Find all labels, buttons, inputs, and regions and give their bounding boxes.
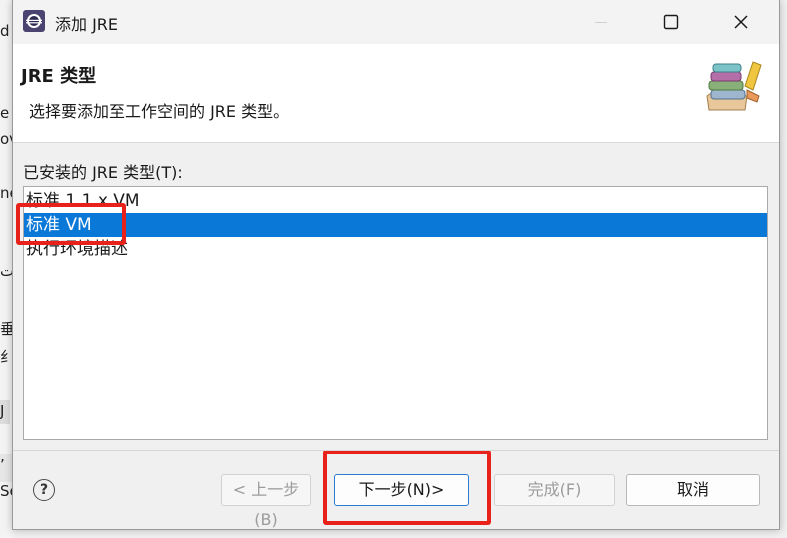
- list-item-selected[interactable]: 标准 VM: [24, 213, 767, 237]
- jre-type-list[interactable]: 标准 1.1.x VM 标准 VM 执行环境描述: [23, 186, 768, 440]
- background-text: J: [0, 402, 5, 420]
- back-button[interactable]: < 上一步(B): [221, 474, 311, 529]
- eclipse-icon: [23, 10, 45, 32]
- next-button[interactable]: 下一步(N)>: [334, 474, 469, 506]
- annotation-highlight: [16, 203, 126, 245]
- cancel-button[interactable]: 取消: [626, 474, 760, 506]
- background-text: e: [0, 104, 10, 122]
- title-bar[interactable]: 添加 JRE: [13, 0, 779, 44]
- page-title: JRE 类型: [21, 66, 97, 87]
- background-text: ’: [0, 456, 5, 474]
- list-item[interactable]: 执行环境描述: [24, 237, 767, 261]
- add-jre-dialog: 添加 JRE JRE 类型 选择要添加至工作空间的 JRE 类型。 已安装的 J…: [12, 0, 780, 530]
- page-description: 选择要添加至工作空间的 JRE 类型。: [29, 102, 290, 121]
- header-banner: JRE 类型 选择要添加至工作空间的 JRE 类型。: [13, 44, 779, 143]
- close-icon: [734, 15, 748, 29]
- library-books-icon: [706, 61, 762, 111]
- background-text: d: [0, 22, 10, 40]
- installed-jre-types-label: 已安装的 JRE 类型(T):: [23, 163, 183, 182]
- minimize-button[interactable]: [573, 0, 629, 44]
- finish-button[interactable]: 完成(F): [494, 474, 615, 506]
- minimize-icon: [595, 22, 607, 23]
- maximize-button[interactable]: [643, 0, 699, 44]
- close-button[interactable]: [713, 0, 769, 44]
- footer-divider: [13, 450, 779, 451]
- help-icon[interactable]: ?: [33, 479, 55, 501]
- list-item[interactable]: 标准 1.1.x VM: [24, 189, 767, 213]
- maximize-icon: [663, 14, 679, 30]
- window-title: 添加 JRE: [55, 15, 119, 34]
